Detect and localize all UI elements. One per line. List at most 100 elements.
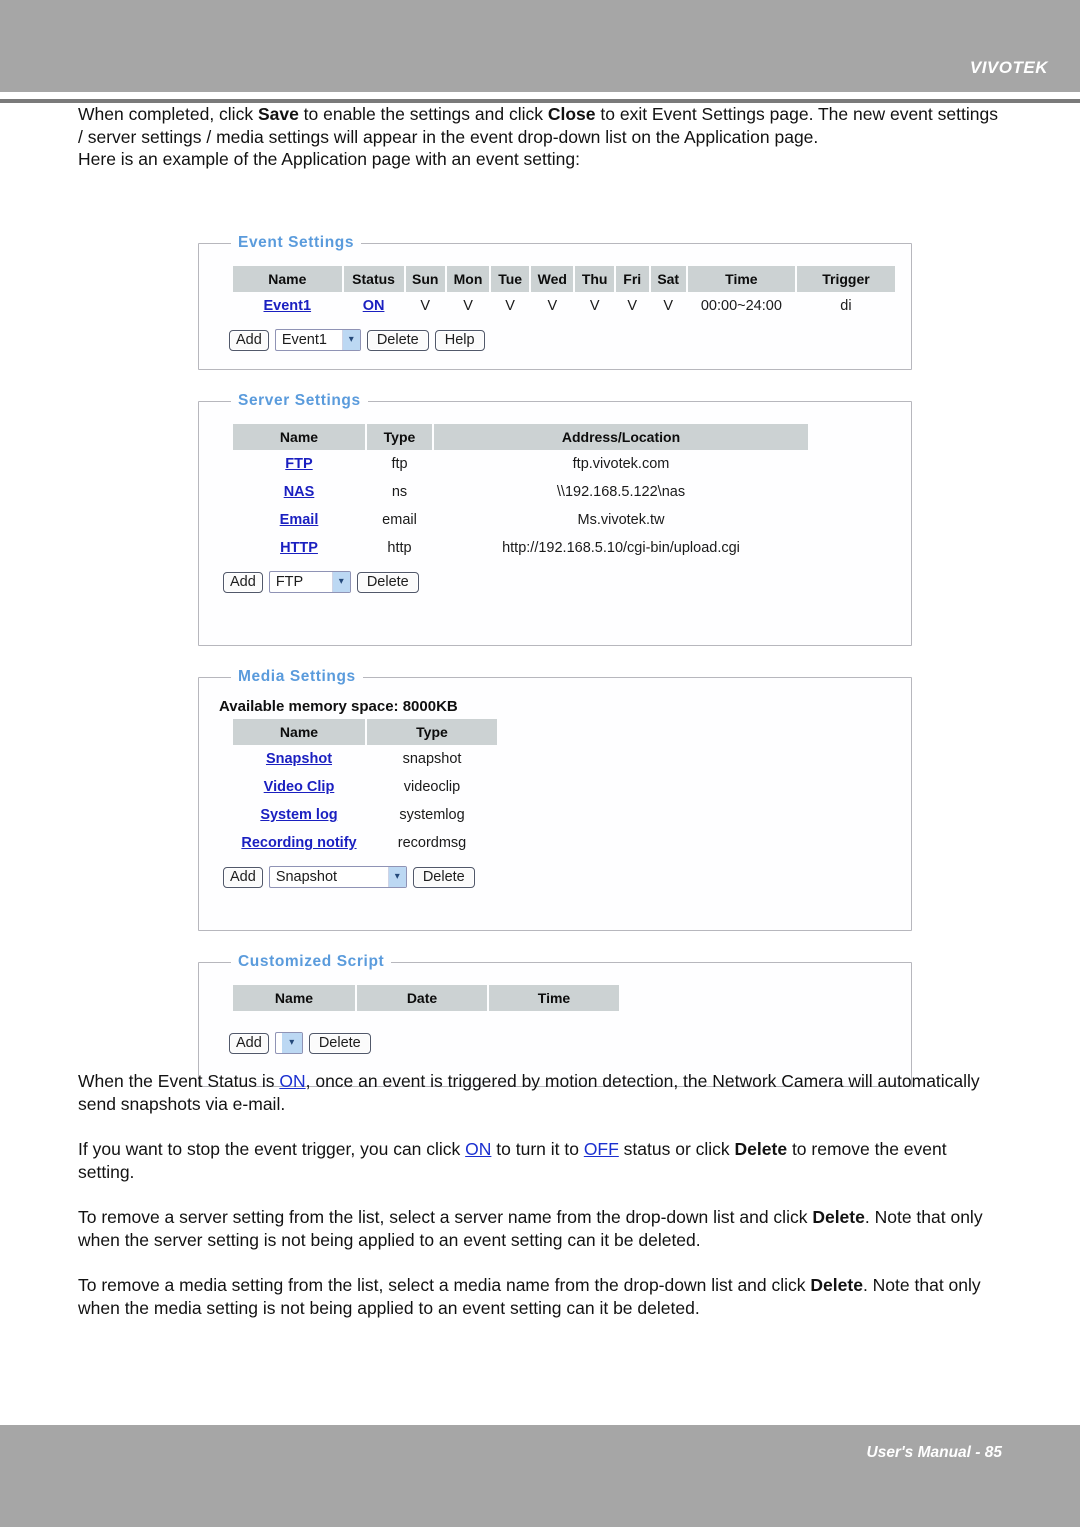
cell-time: 00:00~24:00 bbox=[700, 298, 782, 314]
event-name-link[interactable]: Event1 bbox=[264, 298, 312, 314]
cell-server-name: HTTP bbox=[233, 534, 365, 562]
script-select[interactable]: ▾ bbox=[274, 1032, 303, 1054]
intro-paragraph-2: Here is an example of the Application pa… bbox=[78, 149, 580, 169]
cell-server-address: http://192.168.5.10/cgi-bin/upload.cgi bbox=[502, 540, 740, 556]
col-header-thu: Thu bbox=[575, 266, 614, 292]
media-select[interactable]: Snapshot ▾ bbox=[268, 866, 407, 888]
note-paragraph-1: When the Event Status is ON, once an eve… bbox=[0, 1070, 1080, 1115]
cell-server-type: email bbox=[382, 512, 417, 528]
cell-media-name: Recording notify bbox=[233, 829, 365, 857]
server-select-value: FTP bbox=[275, 574, 304, 590]
cell-server-address: Ms.vivotek.tw bbox=[577, 512, 665, 528]
media-settings-legend: Media Settings bbox=[238, 668, 356, 685]
table-row: NAS ns \\192.168.5.122\nas bbox=[233, 478, 808, 506]
media-delete-button[interactable]: Delete bbox=[412, 866, 475, 888]
cell-wed: V bbox=[547, 298, 558, 314]
customized-script-legend: Customized Script bbox=[238, 953, 385, 970]
cell-server-name: Email bbox=[233, 506, 365, 534]
media-add-button[interactable]: Add bbox=[223, 866, 263, 888]
note1-on-link[interactable]: ON bbox=[279, 1071, 305, 1091]
cell-fri: V bbox=[627, 298, 638, 314]
server-add-button[interactable]: Add bbox=[223, 571, 263, 593]
cell-tue: V bbox=[505, 298, 515, 314]
script-add-button[interactable]: Add bbox=[229, 1032, 269, 1054]
media-settings-panel: Media Settings Available memory space: 8… bbox=[198, 668, 912, 931]
server-settings-panel: Server Settings Name Type Address/Locati… bbox=[198, 392, 912, 646]
customized-script-panel: Customized Script Name Date Time Add ▾ D… bbox=[198, 953, 912, 1087]
event-status-link[interactable]: ON bbox=[363, 298, 385, 314]
server-delete-button[interactable]: Delete bbox=[356, 571, 419, 593]
server-name-link-ftp[interactable]: FTP bbox=[285, 456, 312, 472]
settings-panels: Event Settings Name Status Sun Mon Tue W… bbox=[198, 234, 912, 1109]
cell-server-address: ftp.vivotek.com bbox=[572, 456, 670, 472]
note2-on-link[interactable]: ON bbox=[465, 1139, 491, 1159]
note2-text-c: status or click bbox=[618, 1139, 735, 1159]
table-row: Email email Ms.vivotek.tw bbox=[233, 506, 808, 534]
close-keyword: Close bbox=[547, 104, 596, 124]
col-header-tue: Tue bbox=[491, 266, 530, 292]
chevron-down-icon: ▾ bbox=[331, 572, 350, 592]
col-header-sun: Sun bbox=[405, 266, 445, 292]
event-add-button[interactable]: Add bbox=[229, 329, 269, 351]
event-select-value: Event1 bbox=[281, 332, 327, 348]
chevron-down-icon: ▾ bbox=[281, 1033, 302, 1053]
server-settings-table: Name Type Address/Location FTP ftp ftp.v… bbox=[231, 424, 810, 562]
cell-media-type: recordmsg bbox=[397, 835, 467, 851]
col-header-type: Type bbox=[367, 424, 432, 450]
note2-delete-keyword: Delete bbox=[734, 1139, 788, 1159]
intro-text-a: When completed, click bbox=[78, 104, 258, 124]
table-header-row: Name Type bbox=[233, 719, 497, 745]
cell-server-name: FTP bbox=[233, 450, 365, 478]
server-select[interactable]: FTP ▾ bbox=[268, 571, 351, 593]
table-header-row: Name Type Address/Location bbox=[233, 424, 808, 450]
cell-media-name: System log bbox=[233, 801, 365, 829]
media-name-link-snapshot[interactable]: Snapshot bbox=[266, 751, 332, 767]
server-name-link-email[interactable]: Email bbox=[280, 512, 319, 528]
event-settings-panel: Event Settings Name Status Sun Mon Tue W… bbox=[198, 234, 912, 370]
note3-text-a: To remove a server setting from the list… bbox=[78, 1207, 813, 1227]
customized-script-table: Name Date Time bbox=[231, 985, 621, 1011]
cell-event-status: ON bbox=[344, 292, 404, 320]
col-header-name: Name bbox=[233, 985, 355, 1011]
media-name-link-video-clip[interactable]: Video Clip bbox=[264, 779, 335, 795]
event-select[interactable]: Event1 ▾ bbox=[274, 329, 361, 351]
intro-text-b: to enable the settings and click bbox=[298, 104, 548, 124]
cell-thu: V bbox=[589, 298, 600, 314]
table-row: HTTP http http://192.168.5.10/cgi-bin/up… bbox=[233, 534, 808, 562]
page-footer-band bbox=[0, 1425, 1080, 1527]
event-settings-table: Name Status Sun Mon Tue Wed Thu Fri Sat … bbox=[231, 266, 897, 320]
media-name-link-recording-notify[interactable]: Recording notify bbox=[241, 835, 356, 851]
media-name-link-system-log[interactable]: System log bbox=[260, 807, 337, 823]
cell-sun: V bbox=[420, 298, 431, 314]
cell-media-type: videoclip bbox=[403, 779, 461, 795]
cell-media-name: Video Clip bbox=[233, 773, 365, 801]
notes-section: When the Event Status is ON, once an eve… bbox=[0, 1070, 1080, 1319]
server-name-link-nas[interactable]: NAS bbox=[284, 484, 315, 500]
event-delete-button[interactable]: Delete bbox=[366, 329, 429, 351]
col-header-wed: Wed bbox=[531, 266, 574, 292]
media-select-value: Snapshot bbox=[275, 869, 338, 885]
col-header-mon: Mon bbox=[446, 266, 490, 292]
cell-event-name: Event1 bbox=[233, 292, 342, 320]
customized-script-controls: Add ▾ Delete bbox=[229, 1032, 897, 1054]
intro-paragraph-1: When completed, click Save to enable the… bbox=[0, 103, 1080, 148]
script-delete-button[interactable]: Delete bbox=[308, 1032, 371, 1054]
note2-off-link[interactable]: OFF bbox=[584, 1139, 619, 1159]
server-name-link-http[interactable]: HTTP bbox=[280, 540, 318, 556]
col-header-name: Name bbox=[233, 424, 365, 450]
save-keyword: Save bbox=[257, 104, 299, 124]
event-help-button[interactable]: Help bbox=[434, 329, 485, 351]
col-header-name: Name bbox=[233, 266, 342, 292]
note-paragraph-3: To remove a server setting from the list… bbox=[0, 1206, 1080, 1251]
chevron-down-icon: ▾ bbox=[341, 330, 360, 350]
note3-delete-keyword: Delete bbox=[812, 1207, 865, 1227]
col-header-time: Time bbox=[687, 266, 795, 292]
col-header-fri: Fri bbox=[615, 266, 649, 292]
brand-logo: VIVOTEK bbox=[969, 58, 1048, 77]
note2-text-a: If you want to stop the event trigger, y… bbox=[78, 1139, 466, 1159]
server-settings-controls: Add FTP ▾ Delete bbox=[223, 571, 897, 593]
cell-server-type: ns bbox=[391, 484, 408, 500]
col-header-status: Status bbox=[343, 266, 404, 292]
cell-media-type: systemlog bbox=[399, 807, 465, 823]
server-settings-legend: Server Settings bbox=[238, 392, 361, 409]
